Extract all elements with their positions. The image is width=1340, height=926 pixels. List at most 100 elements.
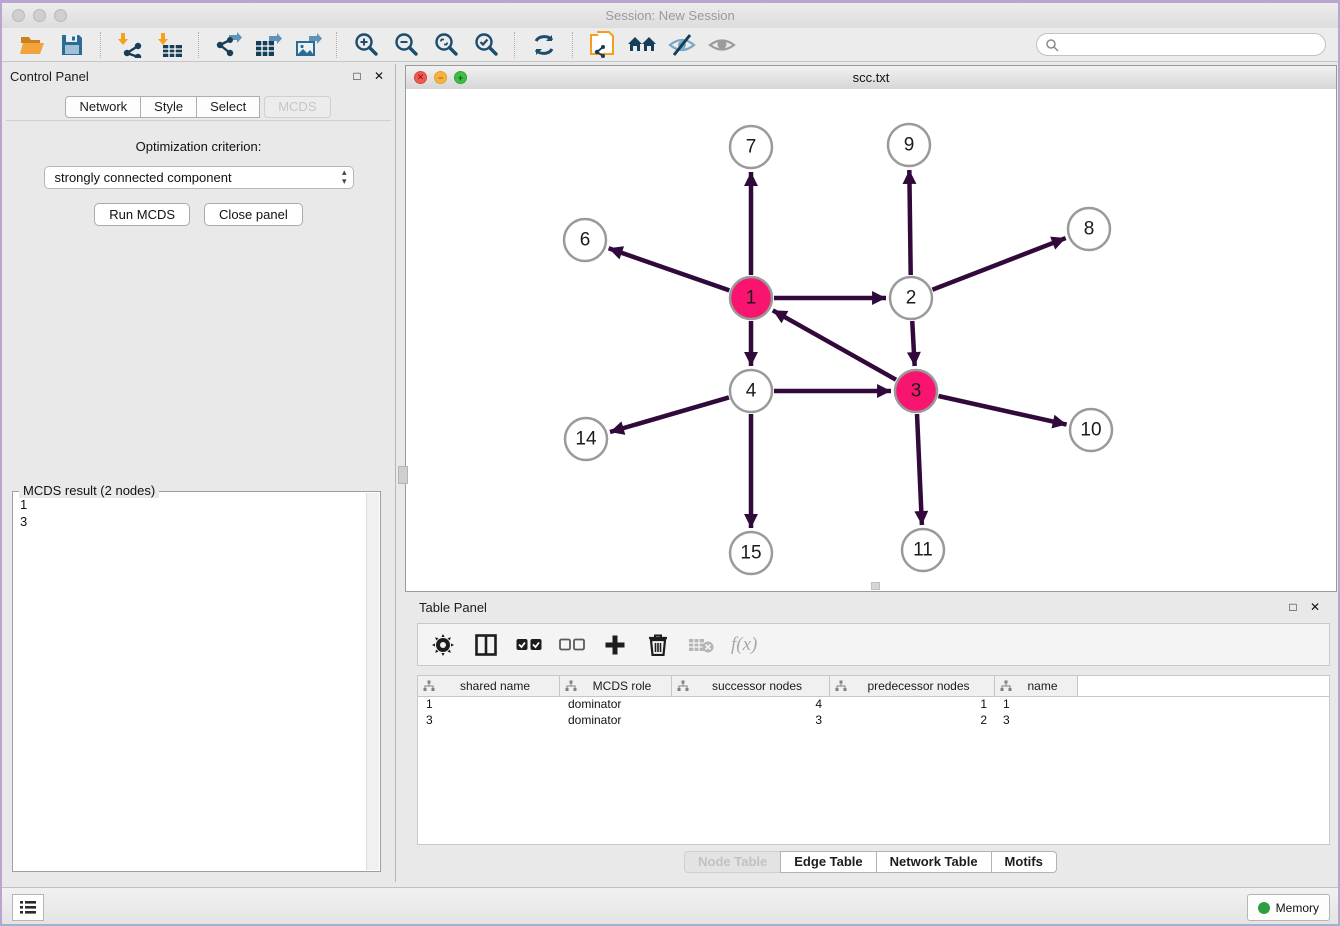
tab-network[interactable]: Network — [65, 96, 141, 118]
float-panel-icon[interactable]: □ — [1285, 599, 1301, 615]
zoom-fit-icon[interactable] — [429, 31, 463, 59]
table-row[interactable]: 3dominator323 — [418, 713, 1329, 729]
network-canvas[interactable]: 7968124314101511 — [406, 89, 1336, 591]
maximize-icon[interactable]: + — [454, 71, 467, 84]
search-box[interactable] — [1036, 33, 1326, 56]
mcds-result-box: MCDS result (2 nodes) 13 — [12, 491, 381, 872]
optimization-criterion-value: strongly connected component — [55, 170, 232, 185]
table-cell[interactable]: 3 — [418, 713, 560, 729]
tab-network-table[interactable]: Network Table — [876, 851, 992, 873]
column-layout-icon[interactable] — [473, 632, 499, 658]
mcds-result-list: 13 — [13, 496, 366, 871]
table-cell[interactable]: 3 — [672, 713, 830, 729]
close-icon[interactable]: ✕ — [414, 71, 427, 84]
graph-edge-2-9[interactable] — [909, 170, 910, 275]
optimization-criterion-select[interactable]: strongly connected component ▴▾ — [44, 166, 354, 189]
table-cell[interactable]: 1 — [418, 697, 560, 713]
hide-selected-eye-icon[interactable] — [665, 31, 699, 59]
delete-column-trash-icon[interactable] — [645, 632, 671, 658]
refresh-icon[interactable] — [527, 31, 561, 59]
splitter-handle[interactable] — [398, 466, 408, 484]
tab-motifs[interactable]: Motifs — [991, 851, 1057, 873]
add-column-icon[interactable] — [602, 632, 628, 658]
result-scrollbar[interactable] — [366, 493, 379, 870]
zoom-button[interactable] — [54, 9, 67, 22]
settings-gear-icon[interactable] — [430, 632, 456, 658]
table-panel-title: Table Panel — [419, 600, 1279, 615]
home-icon[interactable] — [625, 31, 659, 59]
graph-edge-3-11[interactable] — [917, 414, 922, 525]
control-panel-title: Control Panel — [10, 69, 343, 84]
close-button[interactable] — [12, 9, 25, 22]
tab-select[interactable]: Select — [196, 96, 260, 118]
close-panel-button[interactable]: Close panel — [204, 203, 303, 226]
graph-node-label: 8 — [1084, 219, 1095, 240]
import-network-icon[interactable] — [113, 31, 147, 59]
export-table-icon[interactable] — [251, 31, 285, 59]
export-network-icon[interactable] — [211, 31, 245, 59]
graph-edge-1-6[interactable] — [609, 248, 730, 290]
tab-mcds[interactable]: MCDS — [264, 96, 330, 118]
main-toolbar — [2, 28, 1338, 62]
minimize-icon[interactable]: − — [434, 71, 447, 84]
save-session-icon[interactable] — [55, 31, 89, 59]
table-cell[interactable]: dominator — [560, 697, 672, 713]
table-cell[interactable]: 2 — [830, 713, 995, 729]
column-type-icon — [423, 680, 435, 692]
table-cell[interactable]: 1 — [830, 697, 995, 713]
tab-style[interactable]: Style — [140, 96, 197, 118]
table-cell[interactable]: 4 — [672, 697, 830, 713]
close-panel-icon[interactable]: ✕ — [371, 68, 387, 84]
network-window-titlebar[interactable]: ✕ − + scc.txt — [406, 66, 1336, 90]
table-row[interactable]: 1dominator411 — [418, 697, 1329, 713]
float-panel-icon[interactable]: □ — [349, 68, 365, 84]
column-type-icon — [565, 680, 577, 692]
graph-edge-2-3[interactable] — [912, 321, 914, 366]
graph-node-label: 10 — [1080, 420, 1101, 441]
memory-button[interactable]: Memory — [1247, 894, 1330, 921]
resize-handle[interactable] — [871, 582, 880, 590]
table-cell[interactable]: dominator — [560, 713, 672, 729]
list-icon — [19, 900, 37, 915]
column-header-label: name — [1016, 679, 1077, 693]
column-header-name[interactable]: name — [995, 676, 1078, 696]
zoom-out-icon[interactable] — [389, 31, 423, 59]
close-panel-icon[interactable]: ✕ — [1307, 599, 1323, 615]
first-neighbors-icon[interactable] — [585, 31, 619, 59]
window-frame — [0, 0, 1340, 3]
node-table[interactable]: shared nameMCDS rolesuccessor nodesprede… — [417, 675, 1330, 845]
tab-node-table[interactable]: Node Table — [684, 851, 781, 873]
mcds-result-item: 3 — [20, 513, 366, 530]
table-cell[interactable]: 1 — [995, 697, 1078, 713]
import-table-icon[interactable] — [153, 31, 187, 59]
table-cell[interactable]: 3 — [995, 713, 1078, 729]
graph-edge-2-8[interactable] — [932, 238, 1065, 290]
zoom-in-icon[interactable] — [349, 31, 383, 59]
select-all-checkboxes-icon[interactable] — [516, 632, 542, 658]
deselect-all-checkboxes-icon[interactable] — [559, 632, 585, 658]
select-stepper-icon: ▴▾ — [342, 168, 347, 186]
task-history-button[interactable] — [12, 894, 44, 921]
graph-edge-3-1[interactable] — [773, 310, 896, 379]
graph-node-label: 7 — [746, 137, 757, 158]
show-all-eye-icon[interactable] — [705, 31, 739, 59]
export-image-icon[interactable] — [291, 31, 325, 59]
column-type-icon — [677, 680, 689, 692]
column-header-shared-name[interactable]: shared name — [418, 676, 560, 696]
mcds-result-item: 1 — [20, 496, 366, 513]
graph-edge-3-10[interactable] — [938, 396, 1066, 425]
minimize-button[interactable] — [33, 9, 46, 22]
column-header-successor-nodes[interactable]: successor nodes — [672, 676, 830, 696]
search-input[interactable] — [1064, 37, 1325, 53]
run-mcds-button[interactable]: Run MCDS — [94, 203, 190, 226]
graph-node-label: 4 — [746, 381, 757, 402]
control-panel: Control Panel □ ✕ NetworkStyleSelectMCDS… — [2, 64, 396, 882]
column-header-MCDS-role[interactable]: MCDS role — [560, 676, 672, 696]
column-header-predecessor-nodes[interactable]: predecessor nodes — [830, 676, 995, 696]
open-session-icon[interactable] — [15, 31, 49, 59]
delete-table-icon[interactable] — [688, 632, 714, 658]
tab-edge-table[interactable]: Edge Table — [780, 851, 876, 873]
zoom-selected-icon[interactable] — [469, 31, 503, 59]
graph-edge-4-14[interactable] — [610, 397, 729, 432]
column-type-icon — [835, 680, 847, 692]
